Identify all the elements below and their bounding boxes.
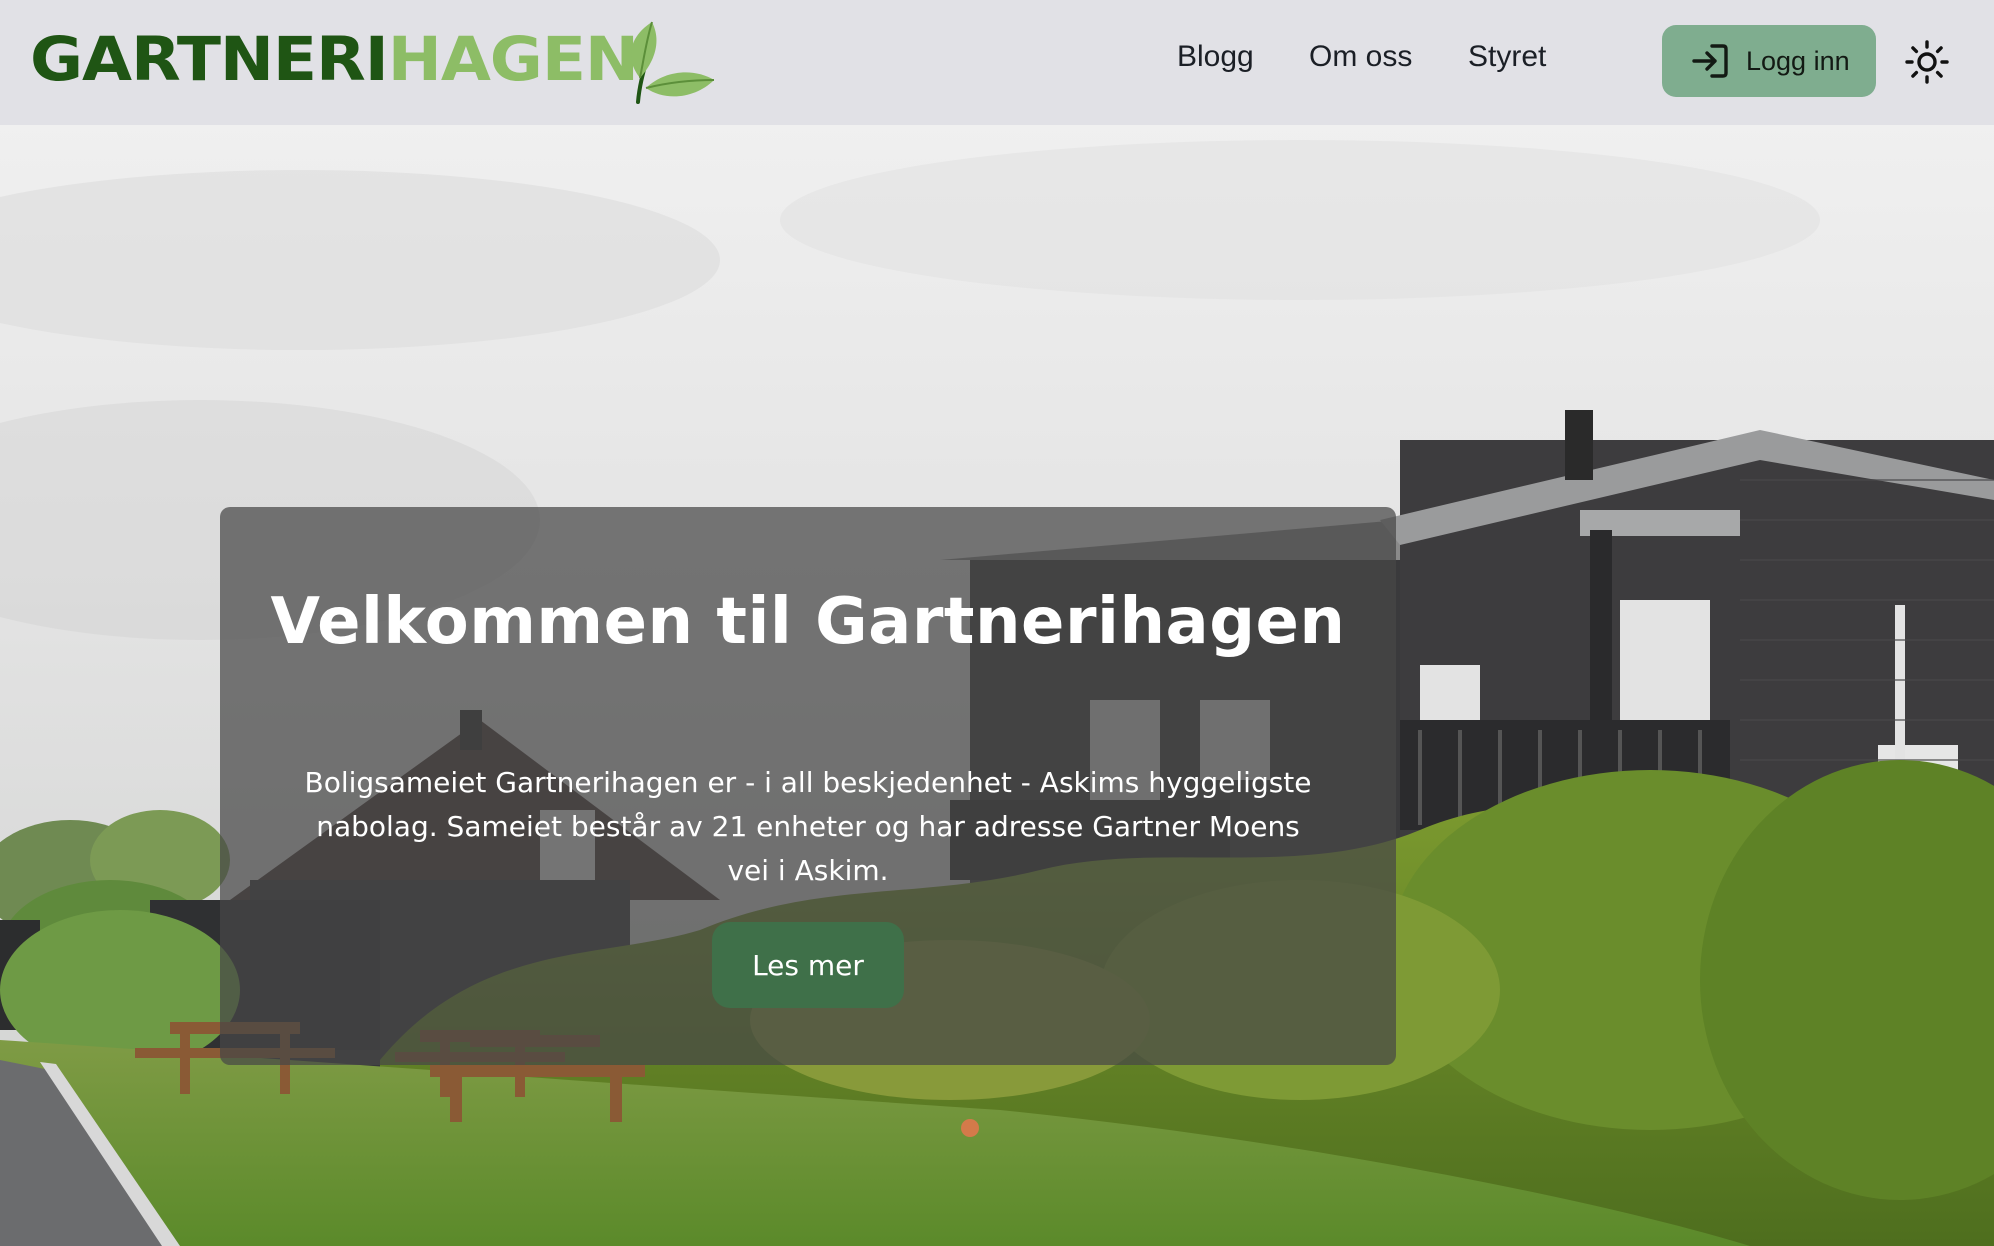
site-header: GARTNERIHAGEN Blogg Om oss Styret Logg i…	[0, 0, 1994, 125]
hero-description: Boligsameiet Gartnerihagen er - i all be…	[304, 766, 1312, 887]
login-button[interactable]: Logg inn	[1662, 25, 1876, 97]
hero-panel: Velkommen til Gartnerihagen Boligsameiet…	[220, 507, 1396, 1065]
logo-text-light: HAGEN	[387, 23, 639, 95]
logo-wordmark: GARTNERIHAGEN	[30, 29, 639, 90]
sun-icon[interactable]	[1905, 40, 1949, 84]
login-arrow-icon	[1692, 44, 1728, 78]
page: GARTNERIHAGEN Blogg Om oss Styret Logg i…	[0, 0, 1994, 1246]
nav-link-styret[interactable]: Styret	[1468, 40, 1546, 74]
logo-text-dark: GARTNERI	[30, 23, 389, 95]
read-more-button[interactable]: Les mer	[712, 922, 904, 1008]
leaf-icon	[630, 21, 715, 104]
site-logo[interactable]: GARTNERIHAGEN	[30, 14, 715, 104]
login-button-label: Logg inn	[1746, 45, 1850, 76]
nav-link-blogg[interactable]: Blogg	[1177, 40, 1254, 74]
hero-title: Velkommen til Gartnerihagen	[270, 585, 1346, 659]
nav-link-om-oss[interactable]: Om oss	[1309, 40, 1412, 74]
